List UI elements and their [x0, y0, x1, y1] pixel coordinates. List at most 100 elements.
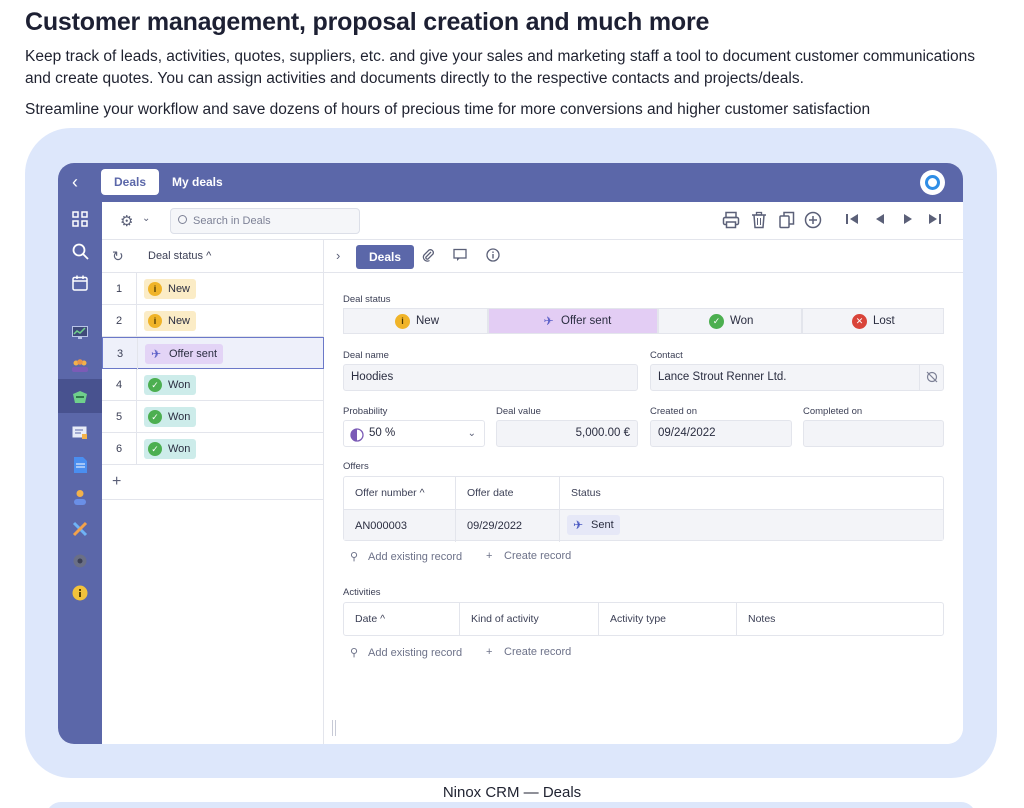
check-icon: ✓ [148, 442, 162, 456]
attachment-icon[interactable] [420, 248, 436, 264]
unlink-icon[interactable] [919, 365, 943, 390]
table-row[interactable]: AN000003 09/29/2022 ✈ Sent [344, 509, 943, 542]
previous-record-icon[interactable] [872, 211, 892, 231]
person-icon[interactable] [71, 488, 89, 506]
status-option-label: New [416, 315, 440, 327]
plus-icon: + [486, 646, 493, 658]
column-header[interactable]: Offer date [456, 477, 560, 509]
created-on-field[interactable]: 09/24/2022 [650, 420, 792, 447]
status-badge: ✓ Won [144, 407, 197, 427]
contacts-icon[interactable] [71, 356, 89, 374]
settings-icon[interactable] [71, 552, 89, 570]
paper-plane-icon: ✈ [150, 347, 162, 361]
status-badge: ✓ Won [144, 439, 197, 459]
deal-value-field[interactable]: 5,000.00 € [496, 420, 638, 447]
first-record-icon[interactable] [844, 211, 864, 231]
info-icon[interactable] [71, 584, 89, 602]
table-row[interactable]: 5 ✓ Won [102, 401, 324, 433]
probability-select[interactable]: 50 % ⌄ [343, 420, 485, 447]
print-icon[interactable] [722, 211, 742, 231]
app-window: ‹ Deals My deals ⚙ ⌄ Search in Deals ↻ D… [58, 163, 963, 744]
calendar-icon[interactable] [71, 274, 89, 292]
column-header[interactable]: Notes [737, 603, 943, 635]
column-header[interactable]: Activity type [599, 603, 737, 635]
chevron-right-icon[interactable]: › [336, 248, 340, 263]
table-row[interactable]: 6 ✓ Won [102, 433, 324, 465]
deals-icon[interactable] [71, 388, 89, 406]
column-header[interactable]: Status [560, 477, 944, 509]
search-icon[interactable] [71, 242, 89, 260]
row-number: 3 [103, 338, 138, 370]
status-badge-label: New [168, 315, 191, 327]
offers-label: Offers [343, 461, 369, 472]
add-record-icon[interactable] [804, 211, 824, 231]
completed-on-field[interactable] [803, 420, 944, 447]
offers-icon[interactable] [71, 424, 89, 442]
add-existing-offer-link[interactable]: ⚲ Add existing record [350, 550, 462, 563]
row-number: 5 [102, 401, 137, 433]
column-header[interactable]: Offer number ^ [344, 477, 456, 509]
column-header-deal-status[interactable]: Deal status ^ [148, 250, 211, 262]
last-record-icon[interactable] [927, 211, 947, 231]
resize-handle[interactable] [332, 720, 336, 736]
deal-status-label: Deal status [343, 294, 391, 305]
ninox-logo-icon[interactable] [920, 170, 945, 195]
trash-icon[interactable] [750, 211, 770, 231]
back-arrow-icon[interactable]: ‹ [72, 172, 78, 193]
status-option-offer-sent[interactable]: ✈ Offer sent [488, 308, 658, 334]
refresh-icon[interactable]: ↻ [112, 248, 124, 265]
plus-icon: + [112, 473, 122, 490]
document-icon[interactable] [71, 456, 89, 474]
status-badge: ✈ Offer sent [145, 344, 224, 364]
activities-table: Date ^ Kind of activity Activity type No… [343, 602, 944, 636]
info-icon[interactable] [485, 248, 501, 264]
copy-icon[interactable] [778, 211, 798, 231]
column-header[interactable]: Kind of activity [460, 603, 599, 635]
add-row-button[interactable]: + [102, 467, 324, 500]
status-option-new[interactable]: i New [343, 308, 488, 334]
list-header: ↻ Deal status ^ [102, 240, 324, 273]
chevron-down-icon[interactable]: ⌄ [142, 213, 150, 224]
contact-field[interactable]: Lance Strout Renner Ltd. [650, 364, 944, 391]
tab-deals-detail[interactable]: Deals [356, 245, 415, 269]
completed-on-label: Completed on [803, 406, 863, 417]
paper-plane-icon: ✈ [572, 518, 584, 532]
top-bar: ‹ Deals My deals [58, 163, 963, 202]
search-icon [178, 215, 187, 224]
column-header[interactable]: Date ^ [344, 603, 460, 635]
deal-name-field[interactable]: Hoodies [343, 364, 638, 391]
add-existing-activity-link[interactable]: ⚲ Add existing record [350, 646, 462, 659]
status-option-lost[interactable]: ✕ Lost [802, 308, 944, 334]
tab-my-deals[interactable]: My deals [159, 169, 236, 195]
table-row[interactable]: 3 ✈ Offer sent [102, 337, 324, 370]
deal-value-label: Deal value [496, 406, 541, 417]
contact-value: Lance Strout Renner Ltd. [658, 371, 787, 383]
table-row[interactable]: 4 ✓ Won [102, 369, 324, 401]
tools-icon[interactable] [71, 520, 89, 538]
search-input[interactable]: Search in Deals [170, 208, 360, 234]
status-option-label: Won [730, 315, 754, 327]
dashboard-icon[interactable] [71, 324, 89, 342]
grid-icon[interactable] [71, 210, 89, 228]
paper-plane-icon: ✈ [543, 314, 554, 328]
create-activity-link[interactable]: + Create record [486, 646, 571, 658]
search-placeholder: Search in Deals [193, 215, 271, 227]
detail-tabs: › Deals [324, 240, 963, 273]
probability-label: Probability [343, 406, 388, 417]
next-backdrop [46, 802, 976, 808]
table-row[interactable]: 2 i New [102, 305, 324, 337]
info-icon: i [148, 314, 162, 328]
row-number: 6 [102, 433, 137, 465]
offer-status-cell: ✈ Sent [560, 510, 943, 542]
table-row[interactable]: 1 i New [102, 273, 324, 305]
status-option-won[interactable]: ✓ Won [658, 308, 802, 334]
tab-deals[interactable]: Deals [101, 169, 160, 195]
gear-icon[interactable]: ⚙ [120, 212, 133, 230]
offers-table: Offer number ^ Offer date Status AN00000… [343, 476, 944, 542]
toolbar: ⚙ ⌄ Search in Deals [102, 202, 963, 240]
status-option-label: Lost [873, 315, 895, 327]
next-record-icon[interactable] [900, 211, 920, 231]
create-offer-link[interactable]: + Create record [486, 550, 571, 562]
status-badge-label: Offer sent [169, 348, 218, 360]
comment-icon[interactable] [452, 248, 468, 264]
